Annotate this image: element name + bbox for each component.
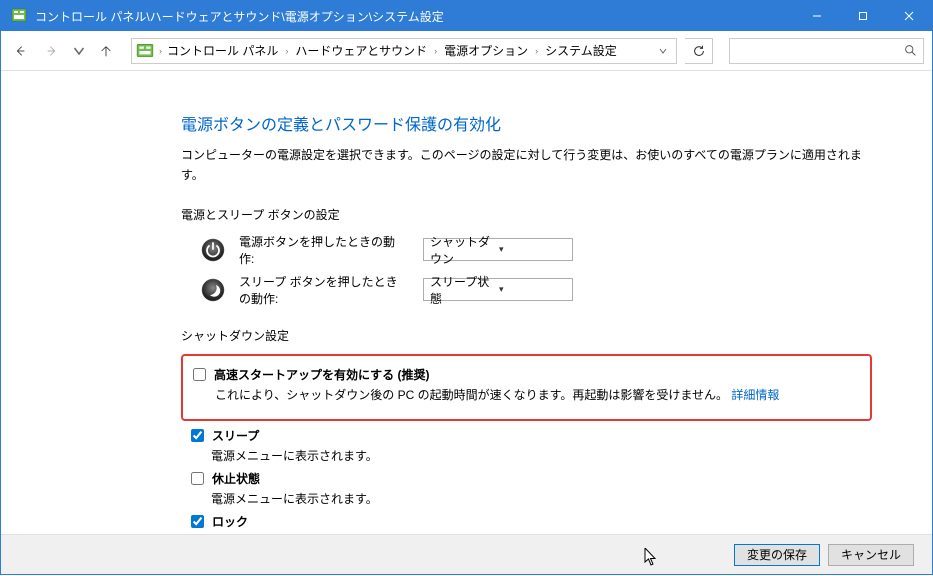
power-button-row: 電源ボタンを押したときの動作: シャットダウン ▾	[201, 233, 872, 267]
save-button[interactable]: 変更の保存	[734, 544, 820, 566]
fast-startup-checkbox[interactable]	[193, 368, 206, 381]
fast-startup-highlight: 高速スタートアップを有効にする (推奨) これにより、シャットダウン後の PC …	[181, 354, 872, 421]
cursor-icon	[644, 548, 658, 566]
breadcrumb-icon	[136, 42, 154, 60]
maximize-button[interactable]	[840, 1, 886, 31]
breadcrumb-item[interactable]: システム設定	[541, 42, 621, 59]
sleep-button-row: スリープ ボタンを押したときの動作: スリープ状態 ▾	[201, 273, 872, 307]
lock-label: ロック	[212, 513, 248, 530]
fast-startup-row: 高速スタートアップを有効にする (推奨)	[193, 366, 860, 383]
shutdown-section: シャットダウン設定 高速スタートアップを有効にする (推奨) これにより、シャッ…	[181, 327, 872, 550]
sleep-button-label: スリープ ボタンを押したときの動作:	[239, 273, 409, 307]
lock-checkbox[interactable]	[191, 515, 204, 528]
search-box[interactable]	[729, 38, 924, 64]
window-title: コントロール パネル\ハードウェアとサウンド\電源オプション\システム設定	[35, 8, 794, 25]
section-shutdown-label: シャットダウン設定	[181, 327, 872, 344]
history-dropdown[interactable]	[73, 40, 85, 62]
hibernate-label: 休止状態	[212, 470, 260, 487]
fast-startup-desc: これにより、シャットダウン後の PC の起動時間が速くなります。再起動は影響を受…	[215, 386, 860, 403]
breadcrumb-item[interactable]: コントロール パネル	[163, 42, 282, 59]
sleep-desc: 電源メニューに表示されます。	[211, 447, 872, 464]
hibernate-row: 休止状態	[191, 470, 872, 487]
search-input[interactable]	[730, 39, 897, 63]
breadcrumb[interactable]: › コントロール パネル› ハードウェアとサウンド› 電源オプション› システム…	[131, 38, 677, 64]
fast-startup-link[interactable]: 詳細情報	[731, 388, 779, 402]
window-controls	[794, 1, 932, 31]
sleep-label: スリープ	[212, 427, 259, 444]
minimize-button[interactable]	[794, 1, 840, 31]
control-panel-icon	[11, 8, 27, 24]
hibernate-checkbox[interactable]	[191, 472, 204, 485]
chevron-right-icon: ›	[159, 46, 162, 56]
chevron-right-icon: ›	[535, 46, 538, 56]
section-power-sleep-label: 電源とスリープ ボタンの設定	[181, 206, 872, 223]
lock-row: ロック	[191, 513, 872, 530]
breadcrumb-items: コントロール パネル› ハードウェアとサウンド› 電源オプション› システム設定	[163, 42, 654, 59]
chevron-right-icon: ›	[285, 46, 288, 56]
select-value: シャットダウン	[430, 233, 499, 267]
toolbar: › コントロール パネル› ハードウェアとサウンド› 電源オプション› システム…	[1, 31, 932, 71]
hibernate-desc: 電源メニューに表示されます。	[211, 490, 872, 507]
breadcrumb-dropdown[interactable]	[654, 47, 672, 55]
chevron-down-icon: ▾	[499, 284, 568, 295]
sleep-row: スリープ	[191, 427, 872, 444]
sleep-checkbox[interactable]	[191, 429, 204, 442]
select-value: スリープ状態	[430, 273, 499, 307]
sleep-button-select[interactable]: スリープ状態 ▾	[423, 278, 573, 301]
forward-button[interactable]	[41, 40, 63, 62]
sleep-icon	[201, 278, 225, 302]
chevron-down-icon: ▾	[499, 244, 568, 255]
power-button-select[interactable]: シャットダウン ▾	[423, 238, 573, 261]
cancel-button[interactable]: キャンセル	[828, 544, 914, 566]
page-description: コンピューターの電源設定を選択できます。このページの設定に対して行う変更は、お使…	[181, 145, 872, 186]
nav-buttons	[9, 40, 117, 62]
chevron-right-icon: ›	[434, 46, 437, 56]
breadcrumb-item[interactable]: ハードウェアとサウンド	[291, 42, 431, 59]
titlebar: コントロール パネル\ハードウェアとサウンド\電源オプション\システム設定	[1, 1, 932, 31]
back-button[interactable]	[9, 40, 31, 62]
fast-startup-label: 高速スタートアップを有効にする (推奨)	[214, 366, 429, 383]
page-title: 電源ボタンの定義とパスワード保護の有効化	[181, 111, 872, 135]
up-button[interactable]	[95, 40, 117, 62]
search-icon[interactable]	[897, 39, 923, 63]
power-button-label: 電源ボタンを押したときの動作:	[239, 233, 409, 267]
refresh-button[interactable]	[685, 38, 713, 64]
footer-bar: 変更の保存 キャンセル	[1, 534, 932, 574]
breadcrumb-item[interactable]: 電源オプション	[440, 42, 532, 59]
power-icon	[201, 238, 225, 262]
content: 電源ボタンの定義とパスワード保護の有効化 コンピューターの電源設定を選択できます…	[1, 71, 932, 576]
close-button[interactable]	[886, 1, 932, 31]
